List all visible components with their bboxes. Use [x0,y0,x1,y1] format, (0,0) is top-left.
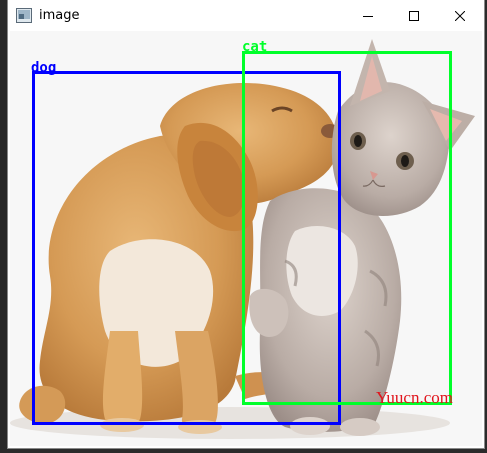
title-bar[interactable]: image [8,0,484,31]
watermark-text: Yuucn.com [376,388,453,407]
app-icon [16,8,32,23]
window-title: image [39,8,80,23]
image-window[interactable]: image dog cat Yuucn.com [8,0,484,448]
close-icon [455,10,465,21]
minimize-icon [363,11,373,21]
maximize-icon [409,10,419,21]
dog-detection-label: dog [31,60,57,76]
maximize-button[interactable] [391,0,437,31]
close-button[interactable] [437,0,483,31]
image-canvas[interactable]: dog cat Yuucn.com [10,31,482,446]
cat-bounding-box [242,51,452,405]
cat-detection-label: cat [242,39,268,55]
minimize-button[interactable] [345,0,391,31]
